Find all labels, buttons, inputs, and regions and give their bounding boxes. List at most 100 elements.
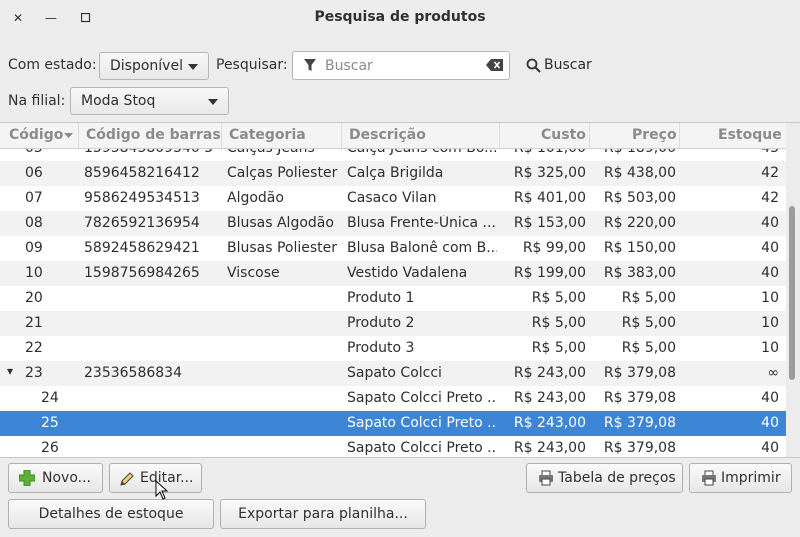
table-body[interactable]: 051595845809540 5Calças JeansCalça Jeans… — [0, 136, 786, 457]
header-descricao[interactable]: Descrição — [349, 127, 426, 143]
cell-codigo: 20 — [25, 290, 43, 306]
vertical-scrollbar[interactable] — [786, 123, 800, 457]
table-row[interactable]: 20 Produto 1 R$ 5,00 R$ 5,00 10 — [0, 286, 786, 311]
cell-descricao: Sapato Colcci Preto ... — [347, 415, 497, 431]
branch-combo-value: Moda Stoq — [81, 93, 156, 109]
search-input[interactable] — [323, 55, 477, 77]
products-table[interactable]: 051595845809540 5Calças JeansCalça Jeans… — [0, 122, 800, 458]
cell-estoque: ∞ — [767, 365, 779, 381]
new-button-label: Novo... — [42, 470, 91, 486]
search-field[interactable] — [292, 51, 510, 80]
cell-barras: 23536586834 — [84, 365, 182, 381]
add-icon — [19, 470, 35, 486]
cell-descricao: Vestido Vadalena — [347, 265, 468, 281]
cell-custo: R$ 243,00 — [513, 415, 586, 431]
table-row[interactable]: 24 Sapato Colcci Preto ... R$ 243,00 R$ 379… — [0, 386, 786, 411]
chevron-down-icon — [188, 64, 198, 70]
cell-estoque: 40 — [761, 215, 779, 231]
stock-details-button-label: Detalhes de estoque — [38, 506, 184, 522]
header-estoque[interactable]: Estoque — [718, 127, 782, 143]
cell-categoria: Algodão — [227, 190, 284, 206]
stock-details-button[interactable]: Detalhes de estoque — [8, 499, 214, 529]
cell-descricao: Sapato Colcci — [347, 365, 442, 381]
print-button[interactable]: Imprimir — [689, 463, 792, 493]
new-button[interactable]: Novo... — [8, 463, 103, 493]
cell-codigo: 10 — [25, 265, 43, 281]
branch-label: Na filial: — [8, 93, 66, 109]
table-row[interactable]: 09 5892458629421 Blusas Poliester Blusa Bal… — [0, 236, 786, 261]
table-row[interactable]: 25 Sapato Colcci Preto ... R$ 243,00 R$ 379… — [0, 411, 786, 436]
cell-barras: 1598756984265 — [84, 265, 200, 281]
cell-custo: R$ 243,00 — [513, 365, 586, 381]
table-row[interactable]: 26 Sapato Colcci Preto ... R$ 243,00 R$ 379… — [0, 436, 786, 457]
cell-codigo: 22 — [25, 340, 43, 356]
cell-custo: R$ 243,00 — [513, 440, 586, 456]
cell-preco: R$ 379,08 — [603, 440, 676, 456]
cell-descricao: Produto 1 — [347, 290, 415, 306]
table-row[interactable]: ▾ 23 23536586834 Sapato Colcci R$ 243,00 R$ 3… — [0, 361, 786, 386]
table-row[interactable]: 22 Produto 3 R$ 5,00 R$ 5,00 10 — [0, 336, 786, 361]
cell-preco: R$ 379,08 — [603, 415, 676, 431]
cell-preco: R$ 383,00 — [603, 265, 676, 281]
mouse-cursor-icon — [155, 480, 169, 500]
search-label: Pesquisar: — [216, 57, 288, 73]
cell-descricao: Calça Brigilda — [347, 165, 444, 181]
cell-codigo: 07 — [25, 190, 43, 206]
cell-estoque: 42 — [761, 190, 779, 206]
header-custo[interactable]: Custo — [541, 127, 586, 143]
cell-preco: R$ 379,08 — [603, 365, 676, 381]
cell-preco: R$ 150,00 — [603, 240, 676, 256]
clear-search-icon[interactable] — [486, 59, 503, 71]
cell-custo: R$ 5,00 — [531, 315, 586, 331]
cell-preco: R$ 5,00 — [621, 290, 676, 306]
cell-codigo: 06 — [25, 165, 43, 181]
print-button-label: Imprimir — [721, 470, 781, 486]
table-row[interactable]: 07 9586249534513 Algodão Casaco Vilan R$ 401… — [0, 186, 786, 211]
cell-barras: 7826592136954 — [84, 215, 200, 231]
cell-estoque: 40 — [761, 415, 779, 431]
cell-descricao: Sapato Colcci Preto ... — [347, 390, 497, 406]
cell-preco: R$ 503,00 — [603, 190, 676, 206]
cell-codigo: 25 — [41, 415, 59, 431]
cell-custo: R$ 325,00 — [513, 165, 586, 181]
cell-estoque: 10 — [761, 290, 779, 306]
cell-preco: R$ 379,08 — [603, 390, 676, 406]
cell-custo: R$ 243,00 — [513, 390, 586, 406]
cell-descricao: Blusa Balonê com B... — [347, 240, 497, 256]
table-row[interactable]: 21 Produto 2 R$ 5,00 R$ 5,00 10 — [0, 311, 786, 336]
cell-custo: R$ 401,00 — [513, 190, 586, 206]
price-table-button[interactable]: Tabela de preços — [526, 463, 683, 493]
table-row[interactable]: 08 7826592136954 Blusas Algodão Blusa Frent… — [0, 211, 786, 236]
export-spreadsheet-button[interactable]: Exportar para planilha... — [220, 499, 426, 529]
cell-preco: R$ 220,00 — [603, 215, 676, 231]
cell-categoria: Blusas Algodão — [227, 215, 334, 231]
cell-descricao: Produto 2 — [347, 315, 415, 331]
cell-codigo: 26 — [41, 440, 59, 456]
table-row[interactable]: 06 8596458216412 Calças Poliester Calça Bri… — [0, 161, 786, 186]
branch-combo[interactable]: Moda Stoq — [70, 87, 229, 115]
cell-estoque: 40 — [761, 440, 779, 456]
table-header: Código Código de barras Categoria Descri… — [0, 123, 786, 149]
price-table-button-label: Tabela de preços — [558, 470, 676, 486]
expander-icon[interactable]: ▾ — [7, 364, 13, 378]
state-combo[interactable]: Disponível — [99, 52, 209, 80]
cell-estoque: 10 — [761, 315, 779, 331]
chevron-down-icon — [208, 99, 218, 105]
table-row[interactable]: 10 1598756984265 Viscose Vestido Vadalena R$… — [0, 261, 786, 286]
cell-codigo: 08 — [25, 215, 43, 231]
header-categoria[interactable]: Categoria — [229, 127, 306, 143]
window-title: Pesquisa de produtos — [314, 9, 486, 25]
header-codigo[interactable]: Código — [9, 127, 63, 143]
cell-preco: R$ 5,00 — [621, 315, 676, 331]
cell-codigo: 21 — [25, 315, 43, 331]
cell-custo: R$ 199,00 — [513, 265, 586, 281]
cell-descricao: Sapato Colcci Preto ... — [347, 440, 497, 456]
cell-custo: R$ 99,00 — [522, 240, 586, 256]
cell-estoque: 42 — [761, 165, 779, 181]
pencil-icon — [120, 472, 134, 486]
sort-desc-icon — [64, 133, 73, 138]
scrollbar-thumb[interactable] — [789, 206, 795, 380]
header-preco[interactable]: Preço — [632, 127, 677, 143]
filter-icon — [304, 59, 316, 71]
header-codigo-barras[interactable]: Código de barras — [86, 127, 221, 143]
